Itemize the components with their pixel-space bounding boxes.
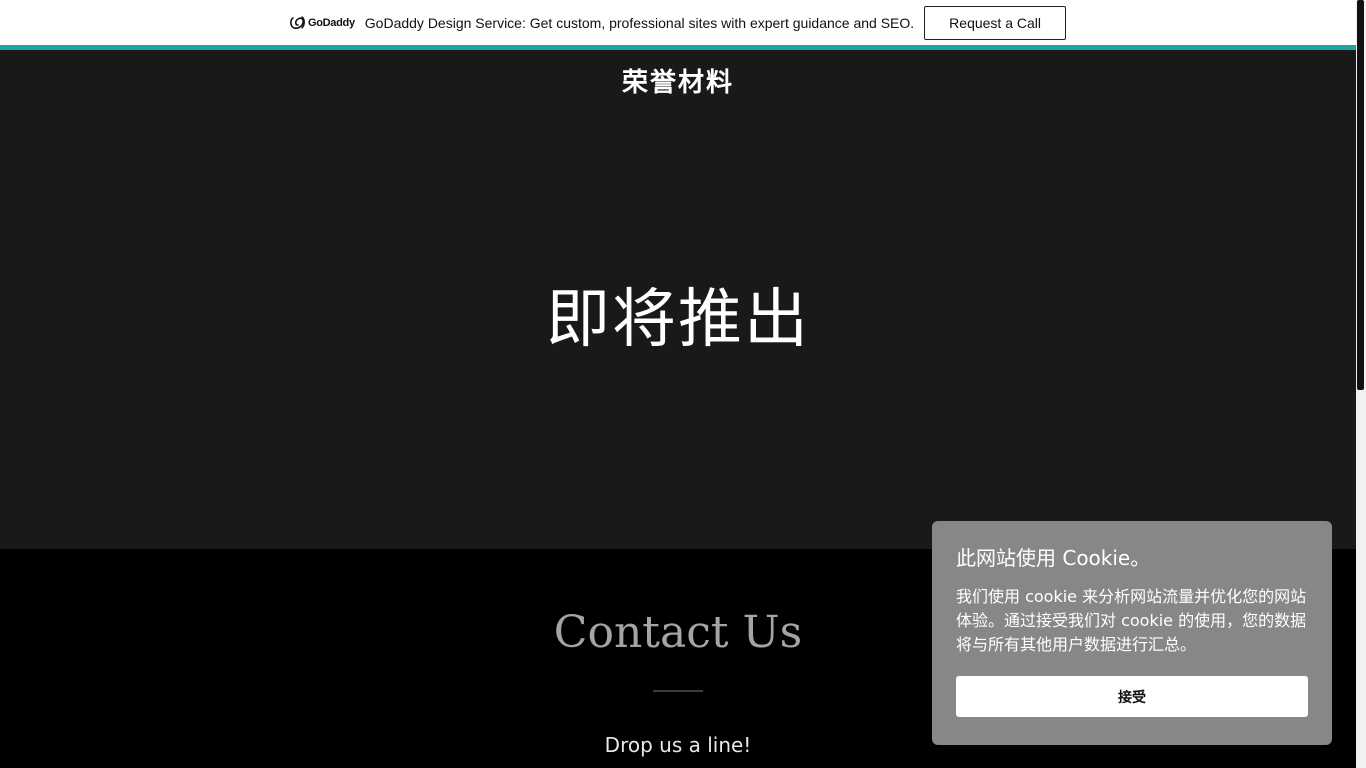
cookie-accept-button[interactable]: 接受: [956, 676, 1308, 717]
cookie-body: 我们使用 cookie 来分析网站流量并优化您的网站体验。通过接受我们对 coo…: [956, 587, 1307, 654]
promo-text: GoDaddy Design Service: Get custom, prof…: [364, 14, 915, 31]
cookie-title: 此网站使用 Cookie。: [956, 546, 1151, 570]
page-scrollbar[interactable]: [1356, 0, 1366, 768]
promo-banner: GoDaddy GoDaddy Design Service: Get cust…: [0, 0, 1356, 45]
godaddy-logo-icon: [290, 15, 305, 29]
godaddy-logo[interactable]: GoDaddy: [290, 15, 355, 30]
site-title[interactable]: 荣誉材料: [0, 62, 1356, 99]
contact-divider: [653, 690, 703, 692]
cookie-consent-dialog: 此网站使用 Cookie。 我们使用 cookie 来分析网站流量并优化您的网站…: [932, 521, 1332, 745]
request-call-button[interactable]: Request a Call: [924, 5, 1066, 40]
scrollbar-thumb[interactable]: [1357, 0, 1364, 390]
hero-section: 荣誉材料 即将推出: [0, 50, 1356, 549]
coming-soon-heading: 即将推出: [546, 283, 810, 357]
godaddy-logo-text: GoDaddy: [307, 16, 355, 29]
